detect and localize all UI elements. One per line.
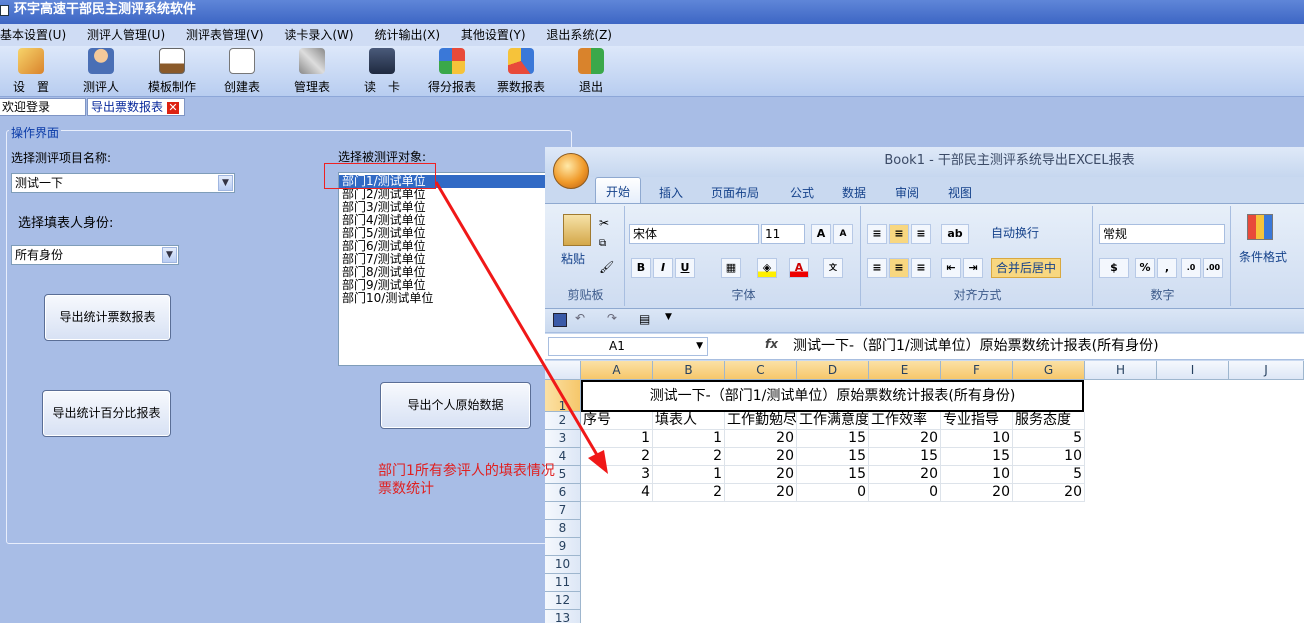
annotation-text: 部门1所有参评人的填表情况 票数统计 bbox=[378, 463, 555, 497]
annotation-arrow bbox=[434, 181, 608, 474]
